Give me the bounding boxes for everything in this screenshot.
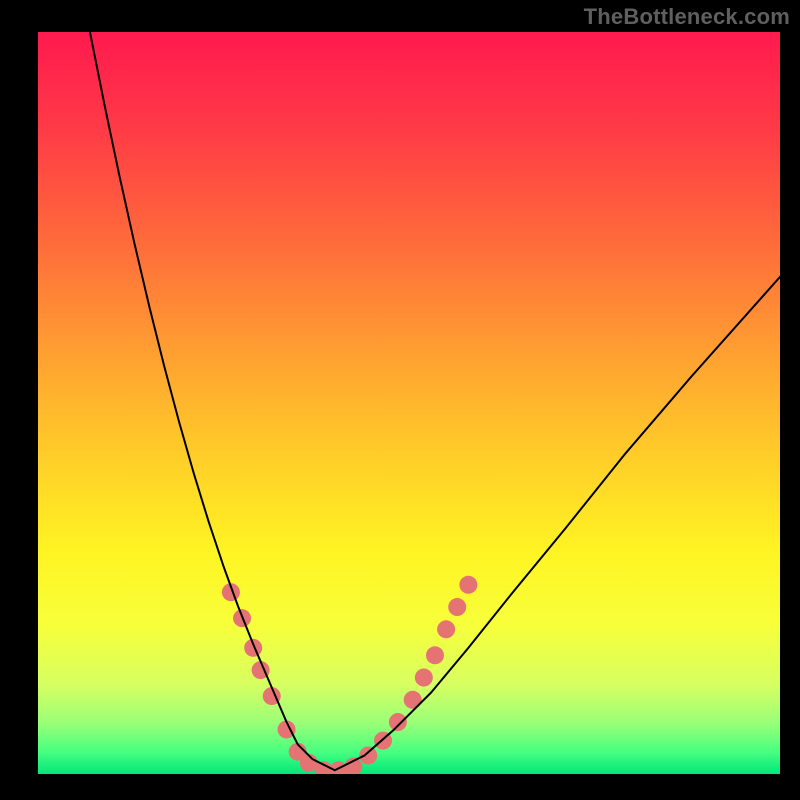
- chart-marker: [389, 713, 407, 731]
- watermark-text: TheBottleneck.com: [584, 4, 790, 30]
- chart-marker: [415, 669, 433, 687]
- chart-marker: [437, 620, 455, 638]
- chart-marker: [459, 576, 477, 594]
- chart-frame: TheBottleneck.com: [0, 0, 800, 800]
- chart-marker: [359, 746, 377, 764]
- chart-plot-area: [38, 32, 780, 774]
- chart-marker: [426, 646, 444, 664]
- chart-marker: [404, 691, 422, 709]
- chart-marker: [448, 598, 466, 616]
